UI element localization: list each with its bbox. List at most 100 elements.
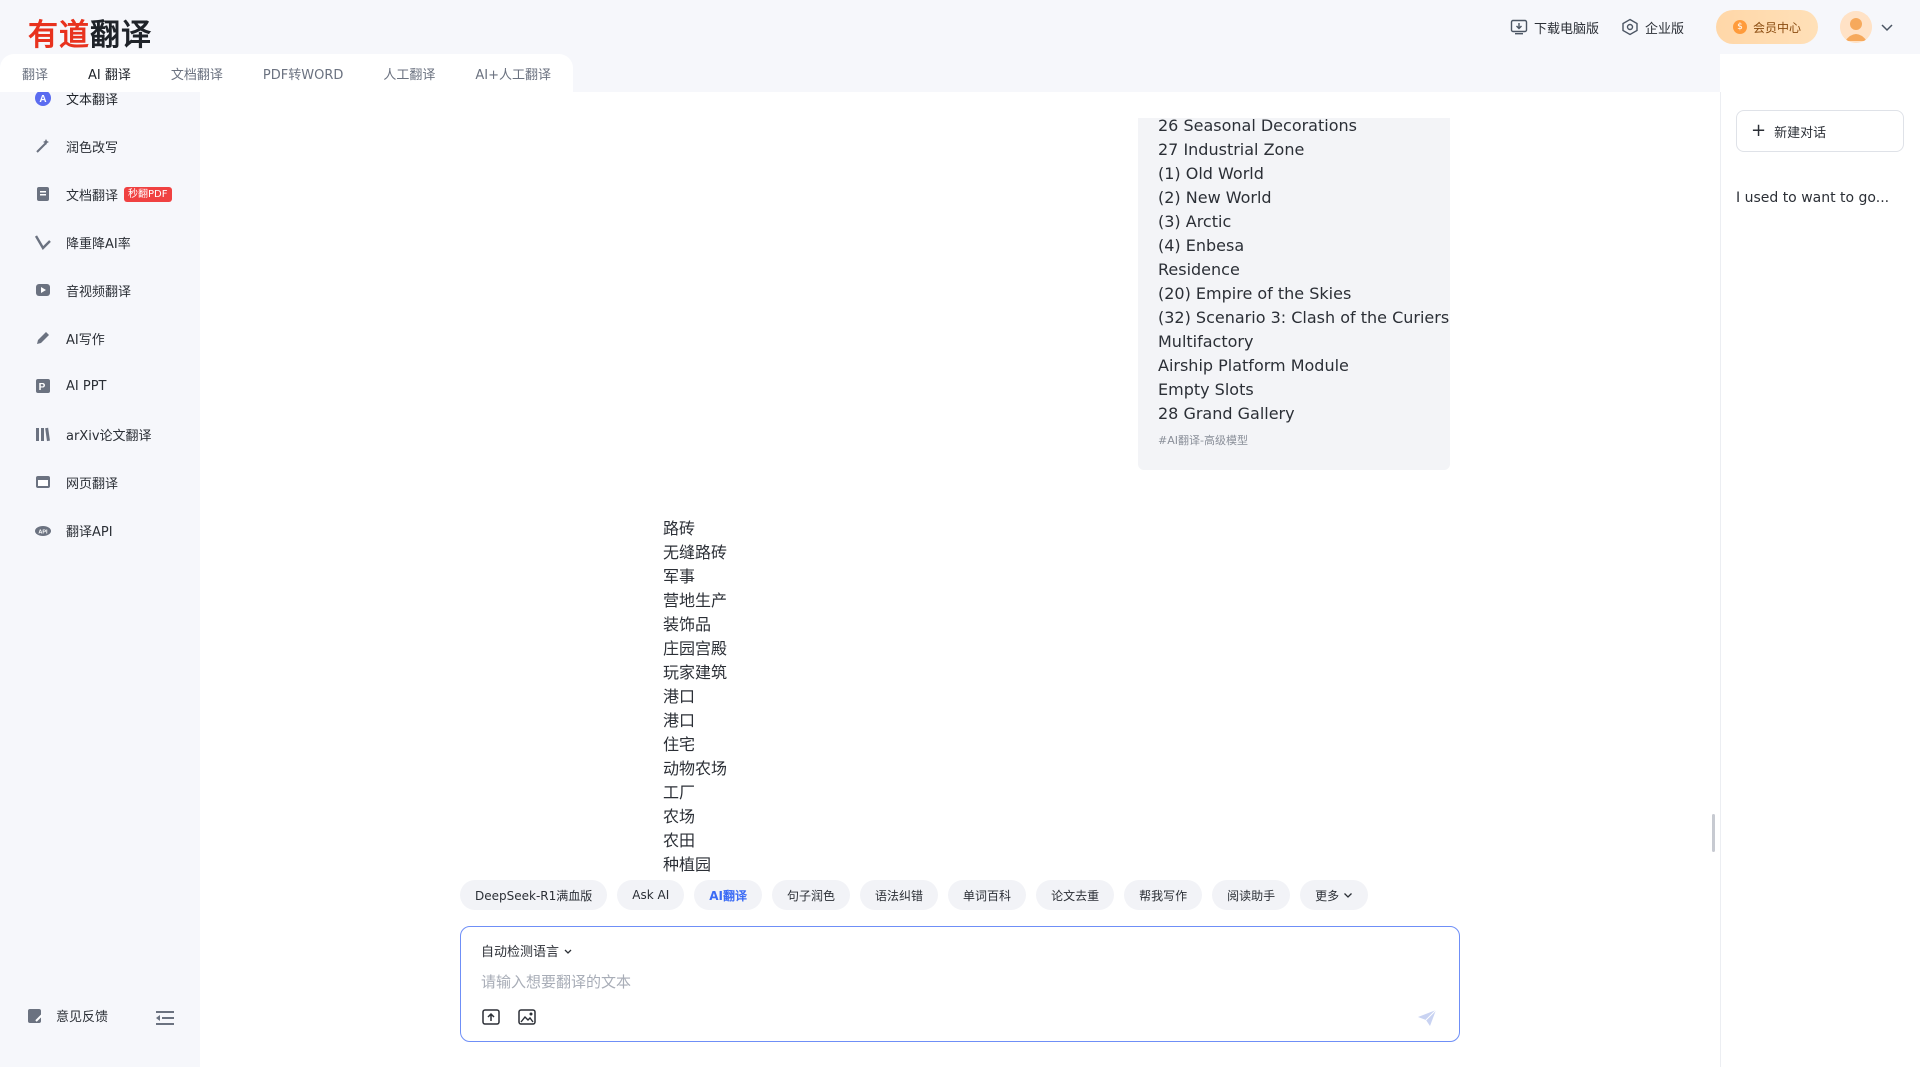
sidebar-item-label: arXiv论文翻译 — [66, 428, 152, 444]
ai-line: 港口 — [663, 687, 696, 706]
download-icon — [1510, 18, 1528, 36]
enterprise-link[interactable]: 企业版 — [1621, 18, 1684, 37]
chip-help-write[interactable]: 帮我写作 — [1124, 880, 1203, 910]
chevron-down-icon — [563, 946, 573, 956]
ai-line: 军事 — [663, 567, 696, 586]
user-line: 27 Industrial Zone — [1158, 140, 1305, 159]
tab-translate[interactable]: 翻译 — [22, 64, 48, 83]
youdao-logo[interactable]: 有道翻译 — [28, 10, 152, 54]
feedback-button[interactable]: 意见反馈 — [26, 1006, 108, 1025]
tab-human-translate[interactable]: 人工翻译 — [383, 64, 435, 83]
books-icon — [34, 425, 52, 443]
ai-line: 路砖 — [663, 519, 696, 538]
sidebar-item-label: 音视频翻译 — [66, 284, 132, 300]
sidebar-item-label: AI写作 — [66, 332, 105, 348]
tab-pdf-to-word[interactable]: PDF转WORD — [263, 64, 343, 83]
tab-doc-translate[interactable]: 文档翻译 — [171, 64, 223, 83]
sidebar-item-label: 润色改写 — [66, 140, 119, 156]
ai-line: 住宅 — [663, 735, 696, 754]
user-line: 28 Grand Gallery — [1158, 404, 1295, 423]
ai-line: 无缝路砖 — [663, 543, 728, 562]
feedback-icon — [26, 1007, 44, 1025]
coin-icon: $ — [1732, 20, 1747, 34]
ai-response: 路砖 无缝路砖 军事 营地生产 装饰品 庄园宫殿 玩家建筑 港口 港口 住宅 动… — [663, 517, 727, 877]
sidebar-item-video[interactable]: 音视频翻译 — [0, 266, 200, 314]
user-line: (32) Scenario 3: Clash of the Curiers — [1158, 308, 1450, 327]
sidebar-item-ai-ppt[interactable]: P AI PPT — [0, 362, 200, 410]
model-tag: #AI翻译-高级模型 — [1158, 434, 1248, 447]
sidebar: 有道翻译 A 文本翻译 润色改写 文档翻译 秒翻PDF 降重降AI率 音视频翻译… — [0, 0, 200, 1067]
webpage-icon — [34, 473, 52, 491]
download-desktop-link[interactable]: 下载电脑版 — [1510, 18, 1599, 37]
plus-icon: + — [1751, 120, 1767, 141]
avatar[interactable] — [1840, 11, 1872, 43]
user-line: Airship Platform Module — [1158, 356, 1349, 375]
ai-line: 港口 — [663, 711, 696, 730]
sidebar-item-webpage[interactable]: 网页翻译 — [0, 458, 200, 506]
vip-center-button[interactable]: $ 会员中心 — [1716, 10, 1818, 44]
magic-wand-icon — [34, 137, 52, 155]
scrollbar-handle[interactable] — [1712, 814, 1715, 852]
history-item[interactable]: I used to want to go... — [1736, 190, 1889, 206]
tab-ai-translate[interactable]: AI 翻译 — [88, 64, 131, 83]
language-selector-label: 自动检测语言 — [481, 945, 560, 960]
sidebar-item-label: 翻译API — [66, 524, 113, 540]
user-line: Empty Slots — [1158, 380, 1254, 399]
user-line: (1) Old World — [1158, 164, 1264, 183]
sidebar-nav: A 文本翻译 润色改写 文档翻译 秒翻PDF 降重降AI率 音视频翻译 AI写作… — [0, 74, 200, 554]
sidebar-item-ai-writing[interactable]: AI写作 — [0, 314, 200, 362]
sidebar-item-doc-translate[interactable]: 文档翻译 秒翻PDF — [0, 170, 200, 218]
svg-text:API: API — [38, 530, 48, 536]
sidebar-item-label: 文档翻译 — [66, 188, 119, 204]
ai-line: 工厂 — [663, 783, 696, 802]
sidebar-item-polish[interactable]: 润色改写 — [0, 122, 200, 170]
ai-line: 动物农场 — [663, 759, 728, 778]
user-line: (4) Enbesa — [1158, 236, 1245, 255]
chip-grammar-check[interactable]: 语法纠错 — [860, 880, 939, 910]
reduce-icon — [34, 233, 52, 251]
upload-image-icon[interactable] — [517, 1007, 537, 1027]
language-selector[interactable]: 自动检测语言 — [481, 941, 573, 960]
pen-icon — [34, 329, 52, 347]
send-icon[interactable] — [1417, 1009, 1437, 1027]
ppt-icon: P — [34, 377, 52, 395]
user-line: 26 Seasonal Decorations — [1158, 116, 1357, 135]
chevron-down-icon[interactable] — [1880, 20, 1894, 34]
ai-line: 庄园宫殿 — [663, 639, 728, 658]
chip-sentence-polish[interactable]: 句子润色 — [772, 880, 851, 910]
svg-text:P: P — [39, 382, 46, 393]
chip-paper-dedupe[interactable]: 论文去重 — [1036, 880, 1115, 910]
upload-file-icon[interactable] — [481, 1007, 501, 1027]
video-icon — [34, 281, 52, 299]
ai-line: 营地生产 — [663, 591, 728, 610]
sidebar-item-arxiv[interactable]: arXiv论文翻译 — [0, 410, 200, 458]
translate-text-input[interactable] — [481, 971, 1381, 993]
ai-line: 玩家建筑 — [663, 663, 728, 682]
tab-ai-human-translate[interactable]: AI+人工翻译 — [475, 64, 551, 83]
collapse-sidebar-icon[interactable] — [156, 1010, 174, 1026]
chip-ask-ai[interactable]: Ask AI — [617, 880, 685, 910]
enterprise-icon — [1621, 18, 1639, 36]
chip-ai-translate[interactable]: AI翻译 — [694, 880, 763, 910]
tabs-container: 翻译 AI 翻译 文档翻译 PDF转WORD 人工翻译 AI+人工翻译 — [0, 54, 574, 92]
user-line: (20) Empire of the Skies — [1158, 284, 1352, 303]
svg-text:A: A — [39, 94, 46, 105]
document-icon — [34, 185, 52, 203]
tab-bar: 翻译 AI 翻译 文档翻译 PDF转WORD 人工翻译 AI+人工翻译 — [0, 54, 1720, 92]
chip-deepseek[interactable]: DeepSeek-R1满血版 — [460, 880, 608, 910]
conversation-area: 26 Seasonal Decorations 27 Industrial Zo… — [200, 92, 1720, 1067]
chip-more[interactable]: 更多 — [1300, 880, 1369, 910]
sidebar-item-label: AI PPT — [66, 378, 107, 394]
user-line: Residence — [1158, 260, 1240, 279]
chip-word-encyclopedia[interactable]: 单词百科 — [948, 880, 1027, 910]
sidebar-item-reduce[interactable]: 降重降AI率 — [0, 218, 200, 266]
logo-text-part2: 翻译 — [90, 18, 152, 53]
user-message-bubble: 26 Seasonal Decorations 27 Industrial Zo… — [1138, 116, 1450, 470]
sidebar-item-label: 降重降AI率 — [66, 236, 131, 252]
sidebar-item-api[interactable]: API 翻译API — [0, 506, 200, 554]
top-bar: 下载电脑版 企业版 $ 会员中心 — [200, 0, 1920, 54]
logo-text-part1: 有道 — [28, 18, 90, 53]
chip-reading-assistant[interactable]: 阅读助手 — [1212, 880, 1291, 910]
new-chat-button[interactable]: + 新建对话 — [1736, 110, 1904, 152]
vip-label: 会员中心 — [1752, 20, 1801, 35]
